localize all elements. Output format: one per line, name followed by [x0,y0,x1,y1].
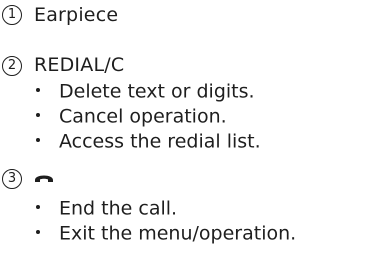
section-1-title: Earpiece [34,4,119,26]
bullet-dot [36,204,40,209]
number-badge-3: 3 [2,169,22,189]
bullet-text: Exit the menu/operation. [59,222,297,245]
list-item: Exit the menu/operation. [36,222,296,245]
number-badge-1: 1 [2,5,22,25]
section-2-title: REDIAL/C [34,54,125,76]
bullet-text: End the call. [59,197,178,220]
list-item: End the call. [36,197,177,220]
bullet-text: Delete text or digits. [59,80,255,103]
end-call-handset-icon [35,175,53,182]
list-item: Access the redial list. [36,130,261,153]
bullet-dot [36,137,40,142]
bullet-dot [36,112,40,117]
bullet-dot [36,229,40,234]
number-badge-2: 2 [2,56,22,76]
bullet-text: Cancel operation. [59,105,227,128]
list-item: Delete text or digits. [36,80,255,103]
bullet-dot [36,87,40,92]
list-item: Cancel operation. [36,105,227,128]
bullet-text: Access the redial list. [59,130,261,153]
